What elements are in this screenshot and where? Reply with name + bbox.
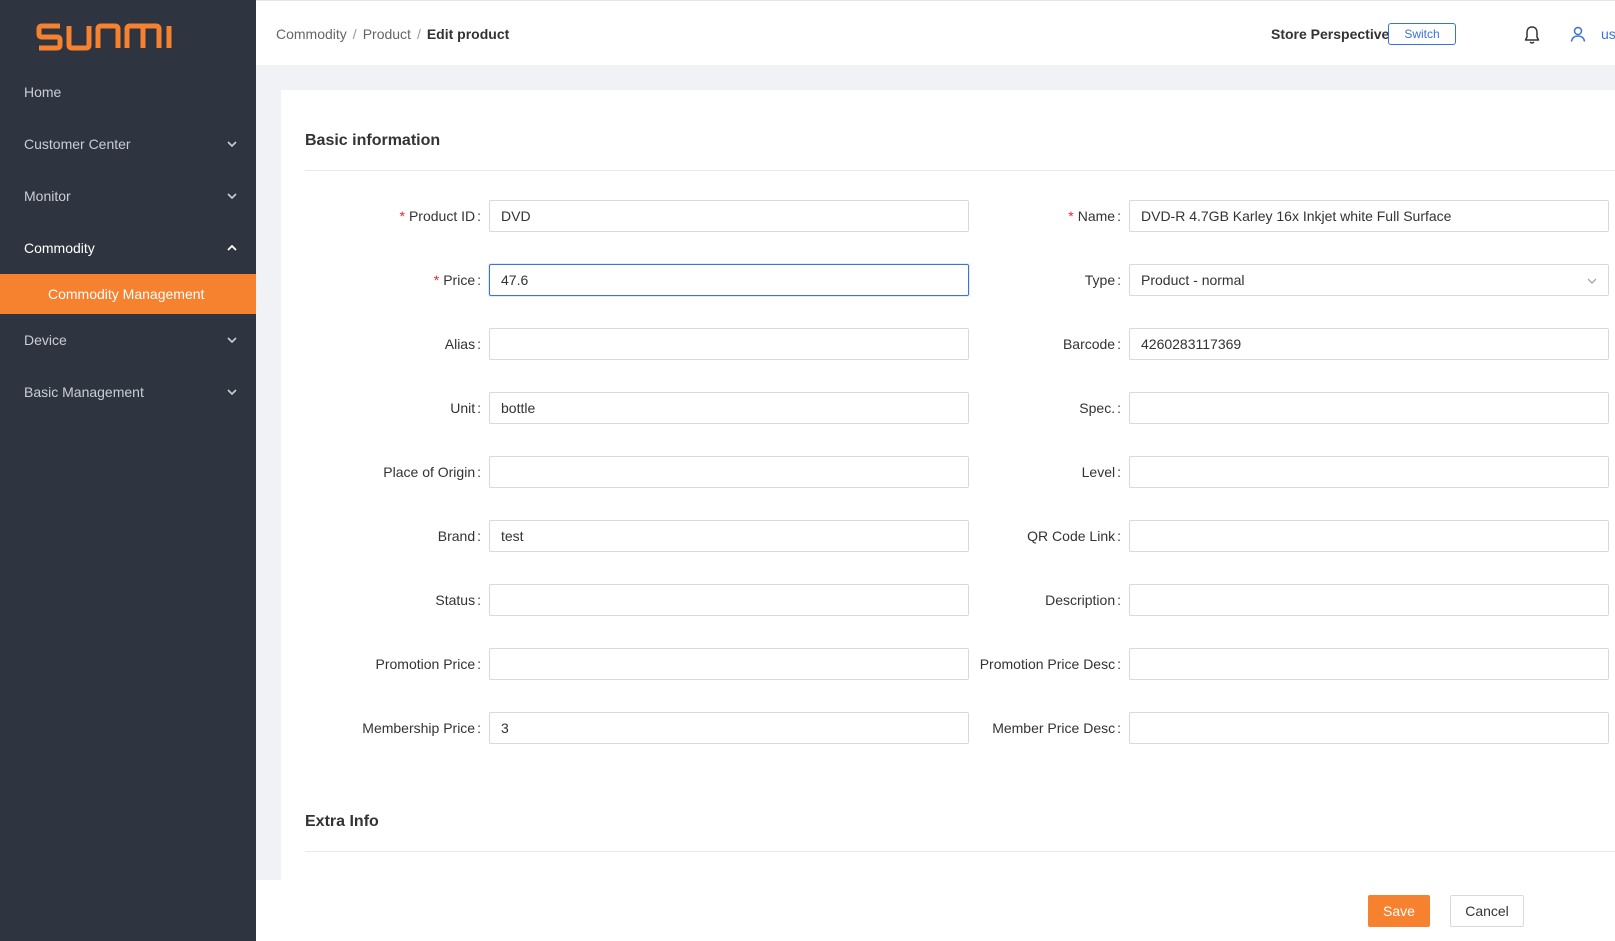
sidebar-item-label: Monitor bbox=[24, 188, 71, 204]
chevron-up-icon bbox=[226, 222, 238, 274]
name-input[interactable] bbox=[1129, 200, 1609, 232]
required-marker: * bbox=[1068, 208, 1074, 224]
section-title-basic-information: Basic information bbox=[305, 132, 441, 149]
bell-icon[interactable] bbox=[1523, 25, 1541, 45]
sidebar-item-home[interactable]: Home bbox=[0, 66, 256, 118]
chevron-down-icon bbox=[226, 314, 238, 366]
type-label: Type: bbox=[1084, 272, 1121, 288]
breadcrumb-item-product[interactable]: Product bbox=[363, 26, 411, 42]
level-input[interactable] bbox=[1129, 456, 1609, 488]
description-input[interactable] bbox=[1129, 584, 1609, 616]
user-icon[interactable] bbox=[1570, 26, 1586, 42]
sidebar-item-label: Customer Center bbox=[24, 136, 131, 152]
spec-label: Spec.: bbox=[1079, 400, 1121, 416]
cancel-button[interactable]: Cancel bbox=[1450, 895, 1524, 927]
breadcrumb-item-current: Edit product bbox=[426, 26, 510, 42]
switch-button[interactable]: Switch bbox=[1388, 23, 1456, 45]
promotion-price-desc-input[interactable] bbox=[1129, 648, 1609, 680]
app-root: Home Customer Center Monitor Commodity C… bbox=[0, 0, 1615, 941]
breadcrumb: Commodity / Product / Edit product bbox=[276, 1, 509, 67]
place-of-origin-input[interactable] bbox=[489, 456, 969, 488]
sidebar-item-label: Device bbox=[24, 332, 67, 348]
status-input[interactable] bbox=[489, 584, 969, 616]
price-input[interactable] bbox=[489, 264, 969, 296]
chevron-down-icon bbox=[226, 170, 238, 222]
unit-label: Unit: bbox=[450, 400, 481, 416]
alias-label: Alias: bbox=[444, 336, 481, 352]
member-price-desc-label: Member Price Desc: bbox=[992, 720, 1121, 736]
sidebar-item-label: Home bbox=[24, 84, 62, 100]
sidebar-item-device[interactable]: Device bbox=[0, 314, 256, 366]
sidebar-item-basic-management[interactable]: Basic Management bbox=[0, 366, 256, 418]
edit-product-card: Basic information *Product ID: *Name: *P… bbox=[281, 90, 1615, 880]
sidebar-subitem-commodity-management[interactable]: Commodity Management bbox=[0, 274, 256, 314]
sidebar-item-customer-center[interactable]: Customer Center bbox=[0, 118, 256, 170]
sidebar-subitem-label: Commodity Management bbox=[48, 286, 205, 302]
membership-price-label: Membership Price: bbox=[362, 720, 481, 736]
section-divider bbox=[305, 170, 1615, 171]
name-label: * Name: bbox=[1068, 208, 1121, 224]
required-marker: * bbox=[433, 272, 440, 288]
top-header: Commodity / Product / Edit product Store Per… bbox=[256, 0, 1615, 66]
user-name[interactable]: us bbox=[1601, 1, 1615, 67]
sidebar-item-label: Commodity bbox=[24, 240, 95, 256]
member-price-desc-input[interactable] bbox=[1129, 712, 1609, 744]
chevron-down-icon bbox=[1587, 278, 1597, 284]
brand-label: Brand: bbox=[437, 528, 481, 544]
sidebar-item-monitor[interactable]: Monitor bbox=[0, 170, 256, 222]
unit-input[interactable] bbox=[489, 392, 969, 424]
sidebar: Home Customer Center Monitor Commodity C… bbox=[0, 0, 256, 941]
breadcrumb-item-commodity[interactable]: Commodity bbox=[276, 26, 347, 42]
brand-input[interactable] bbox=[489, 520, 969, 552]
product-id-label: * Product ID: bbox=[399, 208, 481, 224]
section-title-extra-info: Extra Info bbox=[305, 813, 379, 830]
status-label: Status: bbox=[435, 592, 481, 608]
price-label: * Price: bbox=[433, 272, 481, 288]
chevron-down-icon bbox=[226, 366, 238, 418]
spec-input[interactable] bbox=[1129, 392, 1609, 424]
qr-code-link-input[interactable] bbox=[1129, 520, 1609, 552]
sunmi-logo bbox=[36, 23, 172, 51]
type-selected-value: Product - normal bbox=[1141, 272, 1245, 288]
membership-price-input[interactable] bbox=[489, 712, 969, 744]
type-select[interactable]: Product - normal bbox=[1129, 264, 1609, 296]
chevron-down-icon bbox=[226, 118, 238, 170]
store-perspective-label: Store Perspective bbox=[1271, 26, 1390, 42]
product-id-input[interactable] bbox=[489, 200, 969, 232]
promotion-price-desc-label: Promotion Price Desc: bbox=[979, 656, 1121, 672]
barcode-label: Barcode: bbox=[1062, 336, 1121, 352]
alias-input[interactable] bbox=[489, 328, 969, 360]
sidebar-item-label: Basic Management bbox=[24, 384, 144, 400]
promotion-price-input[interactable] bbox=[489, 648, 969, 680]
qr-code-link-label: QR Code Link: bbox=[1027, 528, 1121, 544]
description-label: Description: bbox=[1045, 592, 1121, 608]
place-of-origin-label: Place of Origin: bbox=[383, 464, 481, 480]
breadcrumb-separator: / bbox=[352, 26, 357, 42]
breadcrumb-separator: / bbox=[416, 26, 421, 42]
save-button[interactable]: Save bbox=[1368, 895, 1430, 927]
sidebar-item-commodity[interactable]: Commodity bbox=[0, 222, 256, 274]
promotion-price-label: Promotion Price: bbox=[375, 656, 481, 672]
required-marker: * bbox=[399, 208, 405, 224]
barcode-input[interactable] bbox=[1129, 328, 1609, 360]
sidebar-menu: Home Customer Center Monitor Commodity C… bbox=[0, 66, 256, 418]
level-label: Level: bbox=[1081, 464, 1121, 480]
section-divider bbox=[305, 851, 1615, 852]
